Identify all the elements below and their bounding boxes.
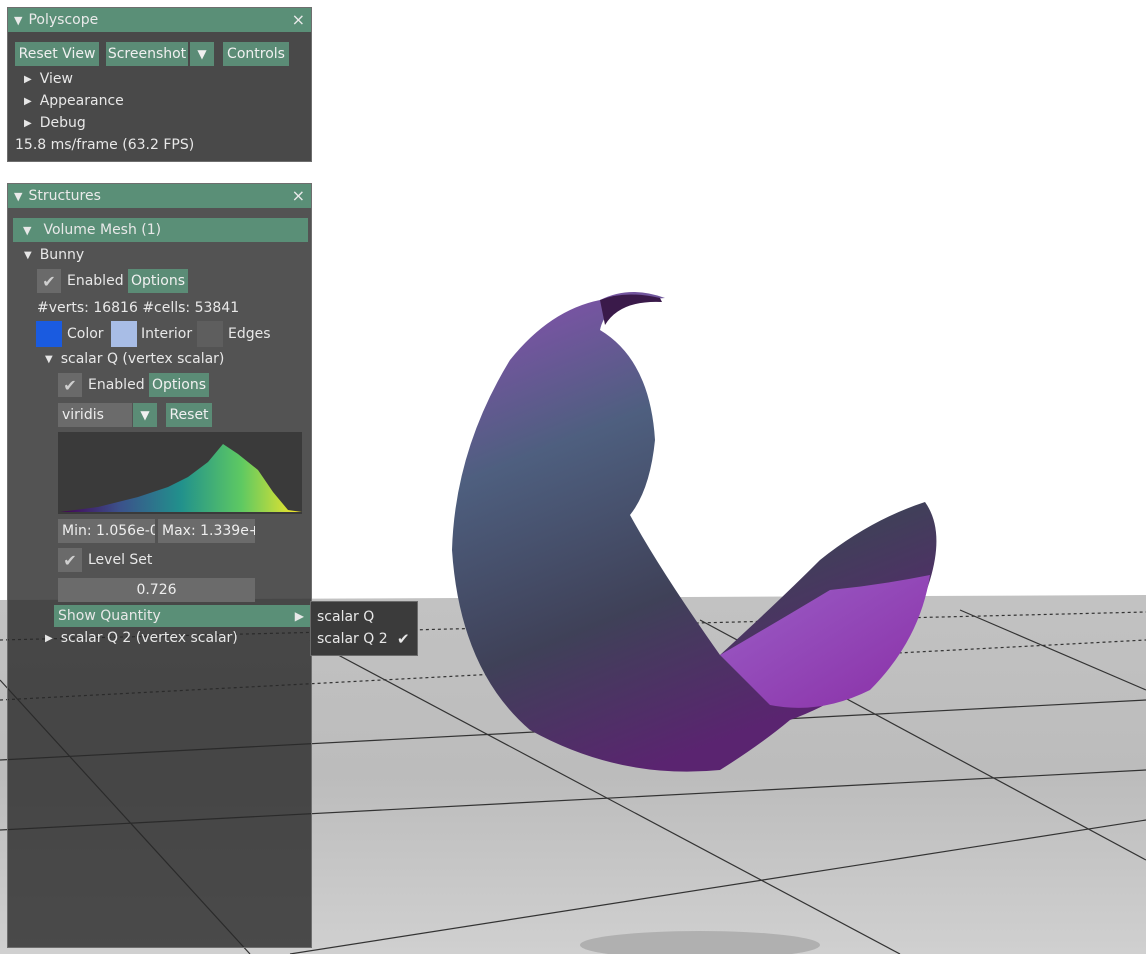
- controls-button[interactable]: Controls: [223, 42, 289, 66]
- structures-title: Structures: [28, 188, 101, 204]
- edges-label: Edges: [228, 326, 271, 342]
- show-quantity-menu-item[interactable]: Show Quantity ▶: [54, 605, 310, 627]
- submenu-item-scalar-q[interactable]: scalar Q: [317, 609, 374, 625]
- mesh-enabled-label: Enabled: [67, 273, 124, 289]
- checkmark-icon: ✔: [397, 630, 410, 648]
- structures-titlebar[interactable]: ▼ Structures ×: [8, 184, 311, 208]
- mesh-enabled-checkbox[interactable]: ✔: [37, 269, 61, 293]
- collapse-arrow-icon: ▼: [45, 353, 53, 365]
- tree-node-scalar-q2[interactable]: ▶ scalar Q 2 (vertex scalar): [45, 630, 238, 646]
- expand-arrow-icon: ▶: [24, 117, 32, 129]
- submenu-arrow-icon: ▶: [294, 609, 304, 623]
- tree-node-view[interactable]: ▶ View: [24, 71, 73, 87]
- tree-node-debug[interactable]: ▶ Debug: [24, 115, 86, 131]
- polyscope-title: Polyscope: [28, 12, 99, 28]
- colormap-reset-button[interactable]: Reset: [166, 403, 212, 427]
- max-field[interactable]: Max: 1.339e+0: [158, 519, 255, 543]
- level-set-slider[interactable]: 0.726: [58, 578, 255, 602]
- fps-readout: 15.8 ms/frame (63.2 FPS): [15, 137, 195, 153]
- min-field[interactable]: Min: 1.056e-0: [58, 519, 155, 543]
- tree-node-scalar-q[interactable]: ▼ scalar Q (vertex scalar): [45, 351, 224, 367]
- polyscope-window: ▼ Polyscope × Reset View Screenshot ▼ Co…: [7, 7, 312, 162]
- tree-node-bunny[interactable]: ▼ Bunny: [24, 247, 84, 263]
- tree-node-appearance[interactable]: ▶ Appearance: [24, 93, 124, 109]
- collapse-arrow-icon[interactable]: ▼: [14, 14, 22, 27]
- mesh-stats: #verts: 16816 #cells: 53841: [37, 300, 240, 316]
- screenshot-button[interactable]: Screenshot: [106, 42, 188, 66]
- collapse-arrow-icon: ▼: [23, 223, 32, 237]
- group-header-label: Volume Mesh (1): [43, 222, 162, 238]
- tree-node-label: Debug: [39, 115, 86, 131]
- expand-arrow-icon: ▶: [24, 73, 32, 85]
- volume-mesh-group-header[interactable]: ▼ Volume Mesh (1): [13, 218, 308, 242]
- tree-node-label: View: [39, 71, 73, 87]
- interior-label: Interior: [141, 326, 193, 342]
- colormap-value: viridis: [62, 407, 104, 423]
- quantity-enabled-label: Enabled: [88, 377, 145, 393]
- tree-node-label: Appearance: [39, 93, 124, 109]
- collapse-arrow-icon[interactable]: ▼: [14, 190, 22, 203]
- level-set-value: 0.726: [136, 582, 177, 598]
- scalar-histogram[interactable]: [58, 432, 302, 514]
- show-quantity-submenu: scalar Q scalar Q 2 ✔: [310, 601, 418, 656]
- quantity2-name: scalar Q 2 (vertex scalar): [60, 630, 238, 646]
- colormap-dropdown-button[interactable]: ▼: [133, 403, 157, 427]
- close-icon[interactable]: ×: [292, 10, 305, 29]
- edges-swatch[interactable]: [197, 321, 223, 347]
- screenshot-dropdown-button[interactable]: ▼: [190, 42, 214, 66]
- interior-swatch[interactable]: [111, 321, 137, 347]
- collapse-arrow-icon: ▼: [24, 249, 32, 261]
- expand-arrow-icon: ▶: [24, 95, 32, 107]
- quantity-options-button[interactable]: Options: [149, 373, 209, 397]
- close-icon[interactable]: ×: [292, 186, 305, 205]
- level-set-checkbox[interactable]: ✔: [58, 548, 82, 572]
- color-label: Color: [67, 326, 104, 342]
- structures-window: ▼ Structures × ▼ Volume Mesh (1) ▼ Bunny…: [7, 183, 312, 948]
- reset-view-button[interactable]: Reset View: [15, 42, 99, 66]
- colormap-select[interactable]: viridis: [58, 403, 132, 427]
- mesh-options-button[interactable]: Options: [128, 269, 188, 293]
- level-set-label: Level Set: [88, 552, 153, 568]
- mesh-name: Bunny: [39, 247, 85, 263]
- submenu-item-scalar-q2[interactable]: scalar Q 2: [317, 631, 388, 647]
- expand-arrow-icon: ▶: [45, 632, 53, 644]
- quantity-enabled-checkbox[interactable]: ✔: [58, 373, 82, 397]
- color-swatch[interactable]: [36, 321, 62, 347]
- show-quantity-label: Show Quantity: [58, 608, 161, 624]
- polyscope-titlebar[interactable]: ▼ Polyscope ×: [8, 8, 311, 32]
- quantity-name: scalar Q (vertex scalar): [60, 351, 225, 367]
